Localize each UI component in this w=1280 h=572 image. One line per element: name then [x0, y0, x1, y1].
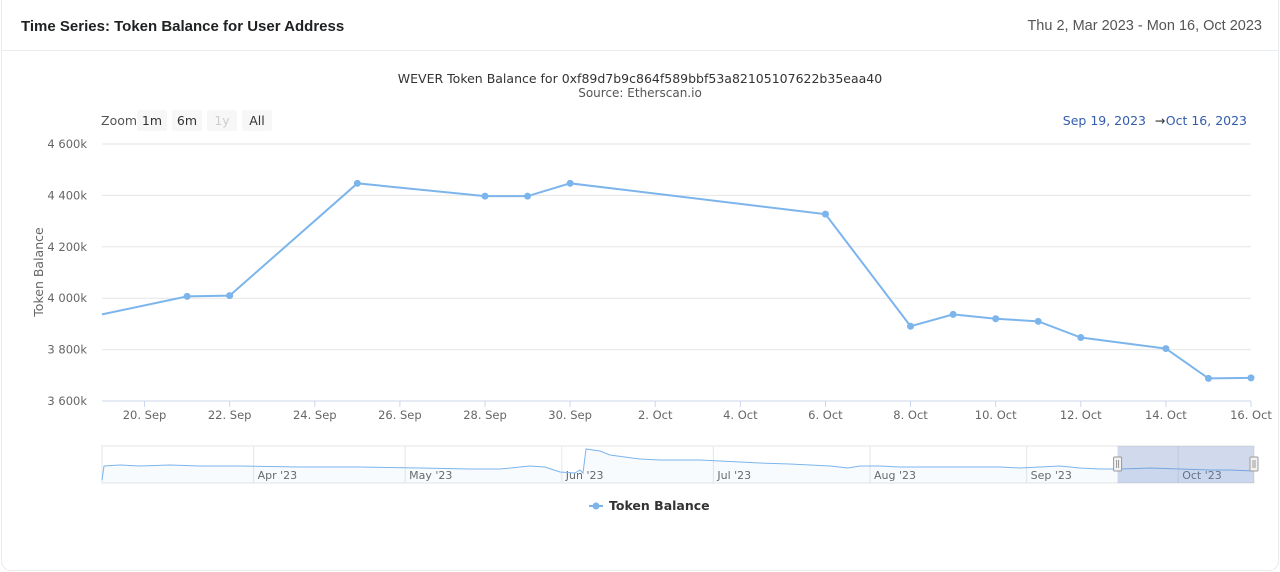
x-tick-label: 2. Oct [638, 408, 673, 422]
navigator[interactable]: Apr '23May '23Jun '23Jul '23Aug '23Sep '… [101, 445, 1259, 484]
grid-lines [102, 143, 1251, 402]
x-tick-label: 4. Oct [723, 408, 758, 422]
x-tick-label: 6. Oct [808, 408, 843, 422]
x-tick-label: 14. Oct [1145, 408, 1187, 422]
data-point[interactable] [1204, 374, 1212, 382]
series-token-balance [101, 179, 1255, 382]
range-arrow: → [1155, 113, 1165, 128]
x-tick-label: 10. Oct [975, 408, 1017, 422]
data-point[interactable] [226, 292, 234, 300]
data-point[interactable] [566, 179, 574, 187]
y-tick-label: 3 600k [47, 394, 87, 408]
zoom-label: Zoom [101, 113, 137, 128]
data-point[interactable] [183, 292, 191, 300]
data-point[interactable] [907, 322, 915, 330]
x-tick-label: 12. Oct [1060, 408, 1102, 422]
zoom-button-1m[interactable]: 1m [137, 110, 167, 131]
token-balance-chart: WEVER Token Balance for 0xf89d7b9c864f58… [31, 71, 1272, 513]
chart-title: WEVER Token Balance for 0xf89d7b9c864f58… [398, 71, 882, 86]
x-axis-ticks: 20. Sep 22. Sep 24. Sep 26. Sep 28. Sep 30. S… [123, 401, 1272, 422]
data-point[interactable] [1034, 317, 1042, 325]
x-tick-label: 24. Sep [293, 408, 337, 422]
x-tick-label: 16. Oct [1230, 408, 1272, 422]
data-point[interactable] [524, 192, 532, 200]
x-tick-label: 20. Sep [123, 408, 167, 422]
data-point[interactable] [992, 315, 1000, 323]
data-point[interactable] [353, 179, 361, 187]
y-tick-label: 4 200k [47, 240, 87, 254]
zoom-button-1y-label: 1y [214, 113, 230, 128]
navigator-selection[interactable] [1117, 446, 1254, 483]
y-tick-label: 4 600k [47, 137, 87, 151]
zoom-button-6m[interactable]: 6m [172, 110, 202, 131]
x-tick-label: 22. Sep [208, 408, 252, 422]
navigator-handle-right[interactable] [1249, 456, 1259, 472]
y-tick-label: 3 800k [47, 343, 87, 357]
data-point[interactable] [1162, 345, 1170, 353]
x-tick-label: 8. Oct [893, 408, 928, 422]
range-from-input[interactable]: Sep 19, 2023 [1063, 113, 1146, 128]
y-axis-label: Token Balance [31, 227, 46, 318]
y-tick-label: 4 000k [47, 291, 87, 305]
data-point[interactable] [1247, 374, 1255, 382]
zoom-button-1m-label: 1m [142, 113, 162, 128]
data-point[interactable] [481, 192, 489, 200]
legend-item-token-balance[interactable]: Token Balance [589, 498, 710, 513]
x-tick-label: 30. Sep [548, 408, 592, 422]
data-point[interactable] [821, 210, 829, 218]
x-tick-label: 28. Sep [463, 408, 507, 422]
legend-label: Token Balance [609, 498, 710, 513]
data-point[interactable] [949, 310, 957, 318]
navigator-handle-left[interactable] [1113, 456, 1123, 472]
y-tick-label: 4 400k [47, 188, 87, 202]
x-tick-label: 26. Sep [378, 408, 422, 422]
chart-subtitle: Source: Etherscan.io [578, 86, 702, 100]
zoom-button-6m-label: 6m [177, 113, 197, 128]
zoom-button-1y[interactable]: 1y [207, 110, 237, 131]
zoom-button-all[interactable]: All [242, 110, 272, 131]
data-point[interactable] [1077, 334, 1085, 342]
zoom-button-all-label: All [249, 113, 265, 128]
y-axis-ticks: 3 600k 3 800k 4 000k 4 200k 4 400k 4 600k [47, 137, 87, 408]
range-to-input[interactable]: Oct 16, 2023 [1166, 113, 1247, 128]
